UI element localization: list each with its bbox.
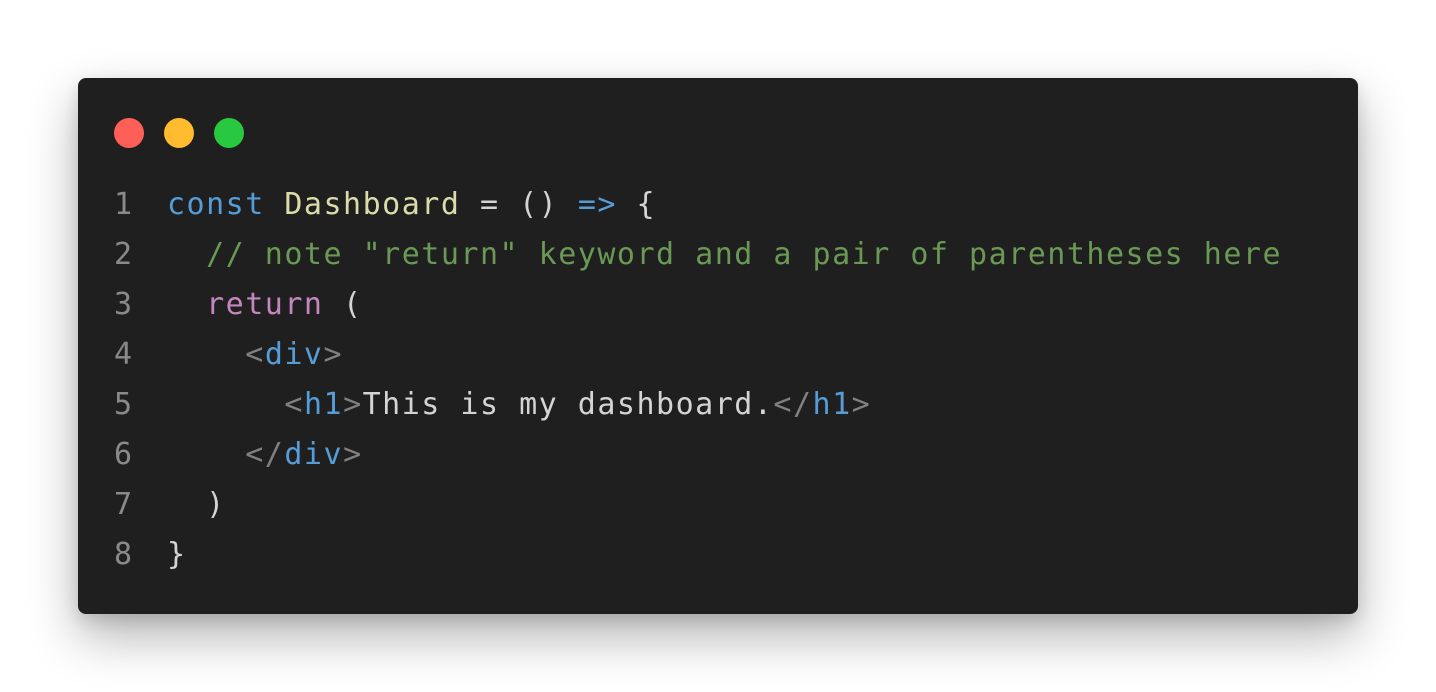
code-token-tag-bracket: > [343, 387, 363, 422]
close-button[interactable] [114, 118, 144, 148]
code-line-content: ) [167, 480, 226, 530]
code-token-comment: // note "return" keyword and a pair of p… [206, 237, 1283, 272]
code-token-plain: = () [460, 187, 578, 222]
code-line: 7 ) [78, 480, 1358, 530]
code-line-content: const Dashboard = () => { [167, 180, 656, 230]
page: 1 const Dashboard = () => {2 // note "ret… [0, 0, 1436, 692]
code-window: 1 const Dashboard = () => {2 // note "ret… [78, 78, 1358, 614]
code-line: 2 // note "return" keyword and a pair of… [78, 230, 1358, 280]
line-number: 2 [114, 237, 133, 272]
window-controls [114, 118, 244, 148]
code-token-control: return [206, 287, 324, 322]
code-token-plain: ) [167, 487, 226, 522]
minimize-button[interactable] [164, 118, 194, 148]
code-line: 1 const Dashboard = () => { [78, 180, 1358, 230]
maximize-button[interactable] [214, 118, 244, 148]
line-number: 6 [114, 437, 133, 472]
code-line-content: } [167, 530, 187, 580]
code-token-plain: } [167, 537, 187, 572]
code-token-plain: ( [323, 287, 363, 322]
code-line-content: </div> [167, 430, 363, 480]
code-token-tag-bracket: < [284, 387, 304, 422]
code-token-keyword: const [167, 187, 265, 222]
code-token-tag-name: h1 [812, 387, 852, 422]
code-block: 1 const Dashboard = () => {2 // note "ret… [78, 180, 1358, 580]
code-line: 6 </div> [78, 430, 1358, 480]
code-token-tag-name: h1 [303, 387, 344, 422]
line-number: 1 [114, 187, 133, 222]
code-line-content: <h1>This is my dashboard.</h1> [167, 380, 871, 430]
line-number: 7 [114, 487, 133, 522]
code-token-function-name: Dashboard [284, 187, 461, 222]
line-number: 4 [114, 337, 133, 372]
code-token-keyword: => [577, 187, 617, 222]
code-line-content: <div> [167, 330, 343, 380]
line-number: 8 [114, 537, 133, 572]
code-line: 5 <h1>This is my dashboard.</h1> [78, 380, 1358, 430]
code-token-tag-bracket: </ [245, 437, 285, 472]
code-line-content: return ( [167, 280, 363, 330]
code-line: 3 return ( [78, 280, 1358, 330]
code-token-tag-name: div [284, 437, 344, 472]
code-line: 4 <div> [78, 330, 1358, 380]
code-token-tag-bracket: < [245, 337, 265, 372]
code-line-content: // note "return" keyword and a pair of p… [167, 230, 1282, 280]
code-token-tag-name: div [264, 337, 324, 372]
code-token-tag-bracket: > [323, 337, 344, 372]
line-number: 3 [114, 287, 133, 322]
code-token-tag-bracket: </ [773, 387, 813, 422]
code-token-tag-bracket: > [851, 387, 872, 422]
line-number: 5 [114, 387, 133, 422]
code-token-plain: { [616, 187, 657, 222]
code-token-tag-bracket: > [343, 437, 363, 472]
code-line: 8} [78, 530, 1358, 580]
code-token-plain: This is my dashboard. [362, 387, 774, 422]
